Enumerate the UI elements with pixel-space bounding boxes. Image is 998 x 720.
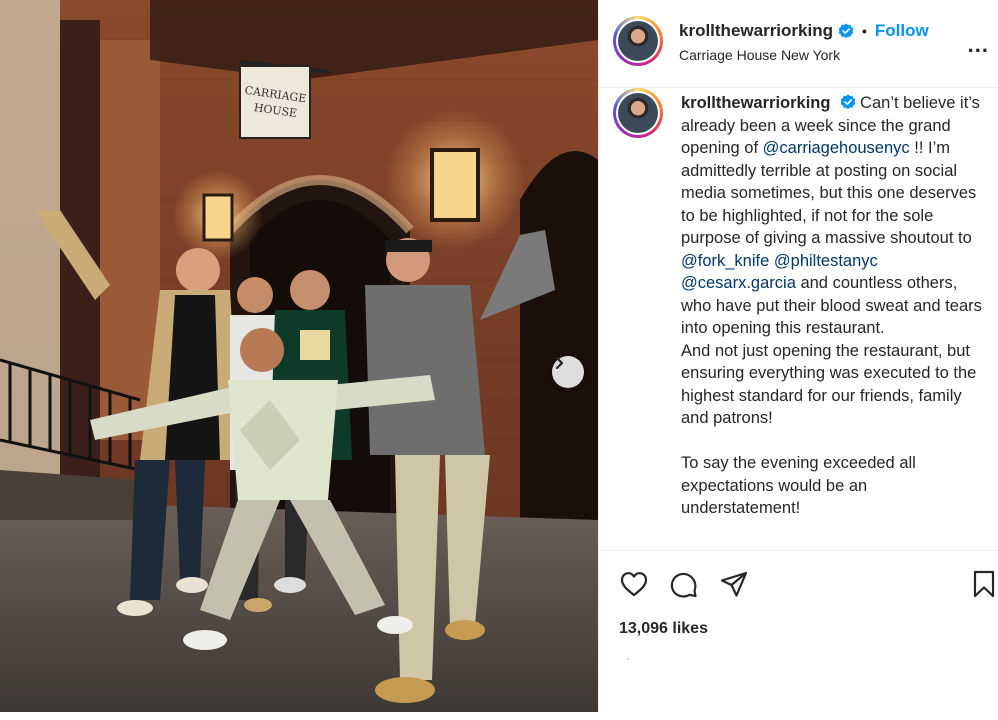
caption-text: krollthewarriorking Can’t believe it’s a… [681, 92, 987, 520]
comment-icon[interactable] [669, 569, 699, 599]
verified-badge-icon [838, 23, 854, 39]
verified-badge-icon [840, 94, 856, 110]
caption-part-5: To say the evening exceeded all expectat… [681, 454, 916, 517]
photo-scene: CARRIAGE HOUSE [0, 0, 598, 712]
share-icon[interactable] [719, 569, 749, 599]
caption-avatar[interactable] [613, 88, 663, 138]
mention-philtestanyc[interactable]: @philtestanyc [774, 252, 878, 270]
follow-button[interactable]: Follow [875, 21, 929, 41]
heart-icon[interactable] [619, 569, 649, 599]
caption-section: krollthewarriorking Can’t believe it’s a… [599, 88, 998, 550]
location-link[interactable]: Carriage House New York [679, 47, 840, 63]
separator-dot: • [861, 23, 867, 39]
caption-username[interactable]: krollthewarriorking [681, 94, 830, 112]
post-photo: CARRIAGE HOUSE [0, 0, 598, 712]
mention-carriagehousenyc[interactable]: @carriagehousenyc [763, 139, 910, 157]
avatar[interactable] [613, 16, 663, 66]
next-photo-button[interactable] [552, 356, 584, 388]
post-panel: krollthewarriorking • Follow Carriage Ho… [598, 0, 998, 712]
mention-cesarx-garcia[interactable]: @cesarx.garcia [681, 274, 796, 292]
divider-dot [627, 658, 629, 660]
post-header: krollthewarriorking • Follow Carriage Ho… [599, 0, 998, 88]
caption-part-4: And not just opening the restaurant, but… [681, 341, 977, 428]
more-options-button[interactable]: ... [968, 32, 989, 58]
action-bar [599, 550, 998, 612]
header-username[interactable]: krollthewarriorking [679, 21, 833, 41]
chevron-right-icon [555, 356, 564, 370]
mention-fork-knife[interactable]: @fork_knife [681, 252, 769, 270]
likes-count[interactable]: 13,096 likes [619, 620, 708, 638]
bookmark-icon[interactable] [969, 569, 998, 599]
